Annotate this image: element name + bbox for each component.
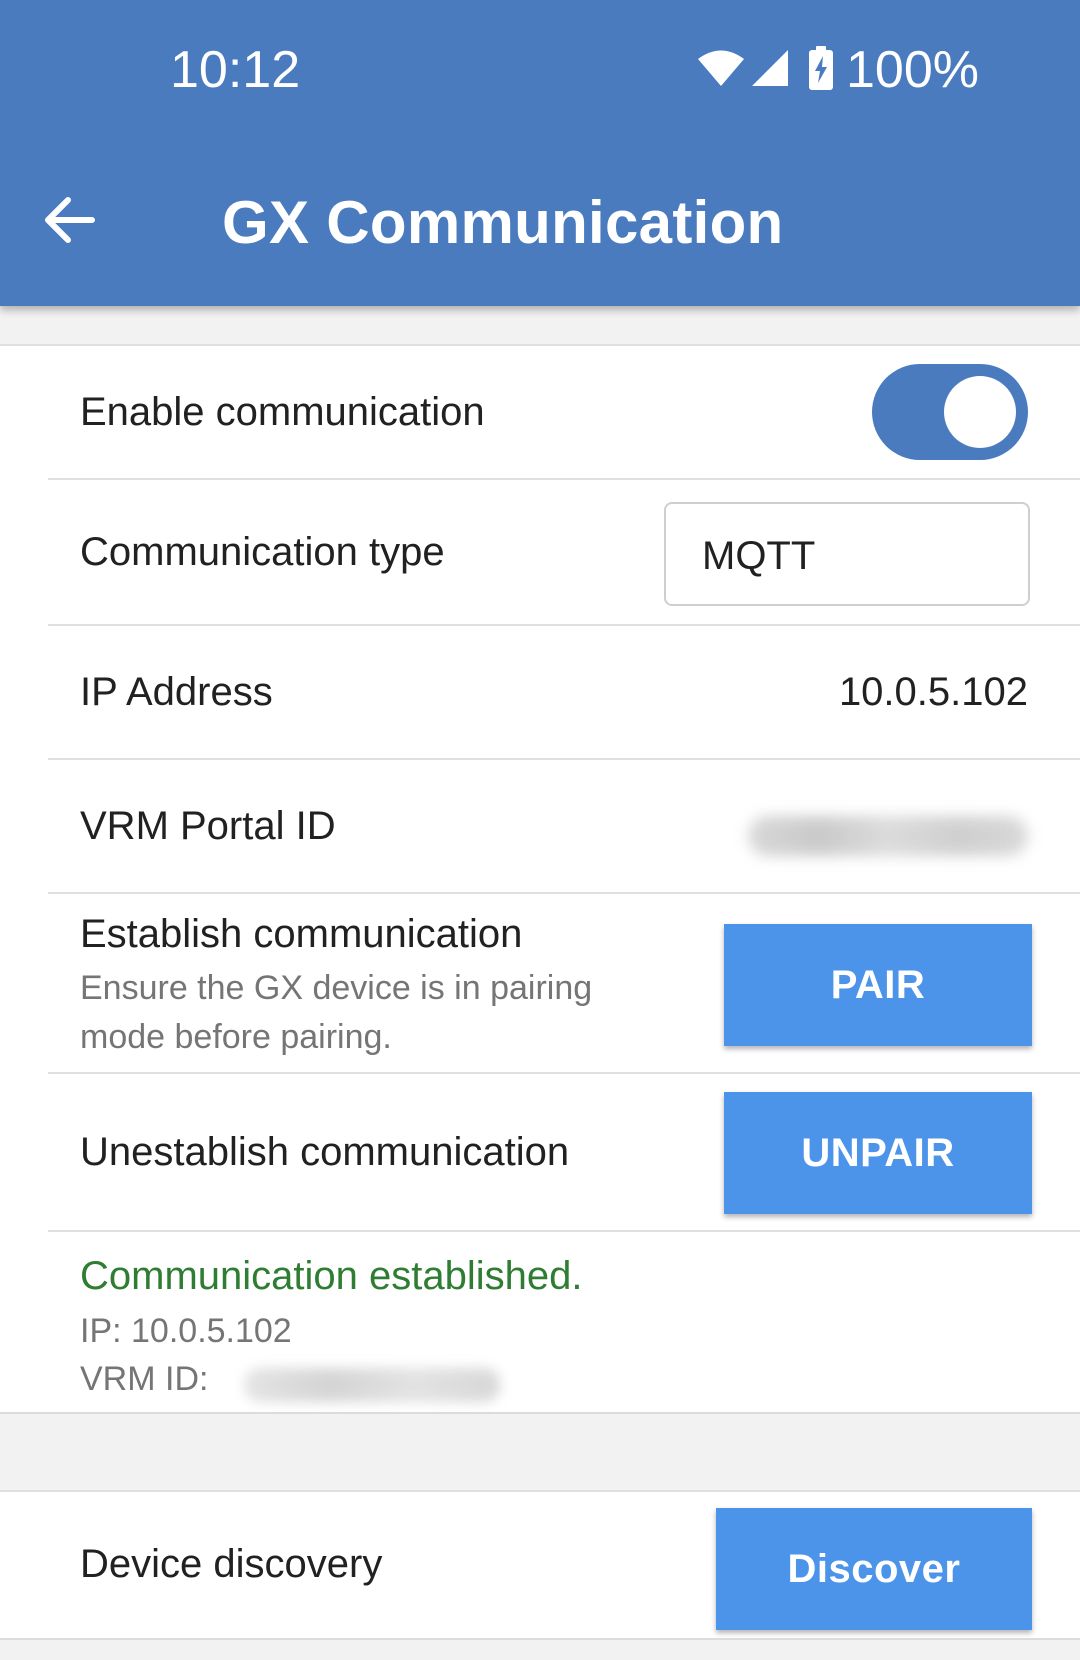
status-time: 10:12	[170, 41, 301, 99]
device-discovery-card: Device discovery Discover	[0, 1490, 1080, 1640]
establish-communication-hint: Ensure the GX device is in pairing mode …	[80, 969, 593, 1056]
battery-percentage: 100%	[846, 41, 979, 99]
unestablish-communication-row: Unestablish communication UNPAIR	[48, 1074, 1080, 1232]
ip-address-row: IP Address 10.0.5.102	[48, 626, 1080, 760]
enable-communication-row: Enable communication	[48, 346, 1080, 480]
status-icons: 100%	[696, 40, 979, 100]
communication-type-label: Communication type	[80, 530, 445, 574]
communication-type-value: MQTT	[702, 534, 816, 578]
communication-type-select[interactable]: MQTT	[664, 502, 1030, 606]
vrm-portal-id-value-redacted	[748, 816, 1028, 856]
vrm-portal-id-row: VRM Portal ID	[48, 760, 1080, 894]
pair-button[interactable]: PAIR	[724, 924, 1032, 1046]
ip-address-label: IP Address	[80, 670, 273, 714]
wifi-icon	[696, 48, 746, 93]
battery-charging-icon	[808, 45, 834, 95]
unpair-button[interactable]: UNPAIR	[724, 1092, 1032, 1214]
discover-button[interactable]: Discover	[716, 1508, 1032, 1630]
back-button[interactable]	[44, 186, 136, 258]
arrow-left-icon	[44, 196, 96, 249]
app-bar: 10:12 100% GX Communication	[0, 0, 1080, 306]
cell-signal-icon	[750, 48, 790, 93]
connection-ip-info: IP: 10.0.5.102	[80, 1312, 292, 1350]
connection-vrm-value-redacted	[244, 1368, 500, 1402]
connection-vrm-label: VRM ID:	[80, 1360, 209, 1398]
establish-communication-label: Establish communication	[80, 912, 523, 956]
enable-communication-toggle[interactable]	[872, 364, 1028, 460]
vrm-portal-id-label: VRM Portal ID	[80, 804, 336, 848]
connection-status-message: Communication established.	[80, 1254, 583, 1298]
device-discovery-label: Device discovery	[80, 1542, 383, 1586]
enable-communication-label: Enable communication	[80, 390, 485, 434]
unestablish-communication-label: Unestablish communication	[80, 1130, 570, 1174]
page-title: GX Communication	[222, 189, 784, 256]
communication-type-row: Communication type MQTT	[48, 480, 1080, 626]
ip-address-value: 10.0.5.102	[838, 670, 1028, 714]
connection-vrm-info: VRM ID:	[80, 1360, 580, 1410]
establish-communication-row: Establish communication Ensure the GX de…	[48, 894, 1080, 1074]
communication-settings-card: Enable communication Communication type …	[0, 344, 1080, 1414]
toggle-knob	[944, 376, 1016, 448]
